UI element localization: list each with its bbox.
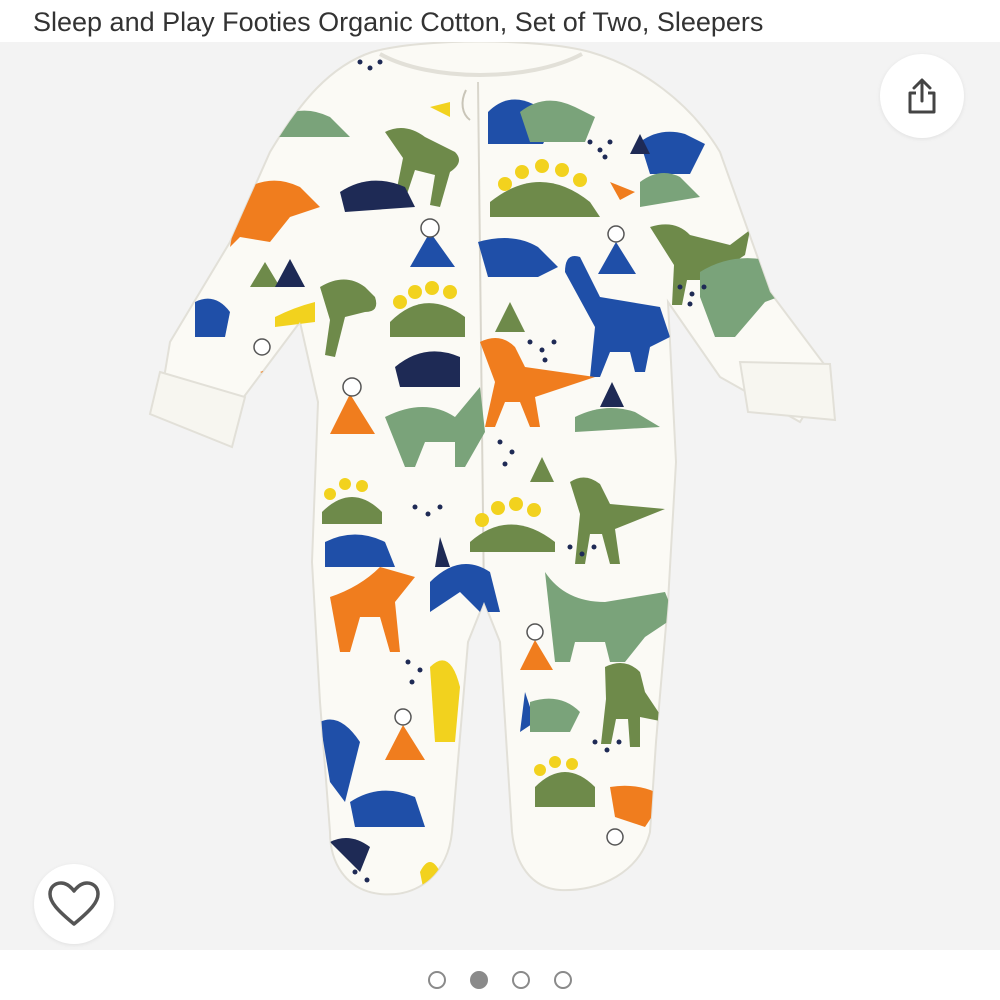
carousel-dot-active[interactable] [470, 971, 488, 989]
carousel-dot[interactable] [428, 971, 446, 989]
sleeper-garment [148, 42, 837, 896]
product-title: Sleep and Play Footies Organic Cotton, S… [33, 7, 764, 37]
share-button[interactable] [880, 54, 964, 138]
carousel-indicators [0, 966, 1000, 994]
heart-icon [48, 881, 100, 926]
product-image[interactable] [0, 42, 1000, 950]
wishlist-button[interactable] [34, 864, 114, 944]
image-gallery[interactable] [0, 42, 1000, 950]
carousel-dot[interactable] [512, 971, 530, 989]
product-detail-page: Sleep and Play Footies Organic Cotton, S… [0, 0, 1000, 1000]
share-icon [908, 78, 936, 114]
carousel-dot[interactable] [554, 971, 572, 989]
